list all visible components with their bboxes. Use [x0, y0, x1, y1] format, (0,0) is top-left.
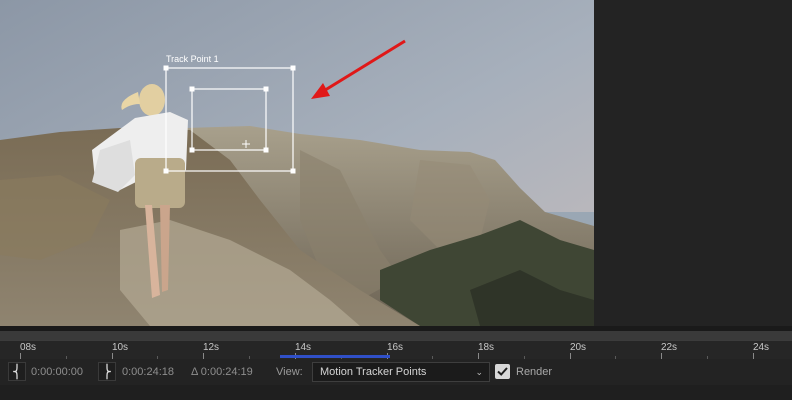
tick-label: 20s — [569, 342, 587, 353]
view-dropdown-value: Motion Tracker Points — [320, 366, 427, 378]
render-checkbox[interactable] — [495, 364, 510, 379]
work-area-marker[interactable] — [280, 355, 390, 358]
tick-label: 24s — [752, 342, 770, 353]
tick-label: 18s — [477, 342, 495, 353]
tick-label: 16s — [386, 342, 404, 353]
tick-label: 08s — [19, 342, 37, 353]
footage-viewer[interactable]: Track Point 1 — [0, 0, 594, 326]
out-point-bracket-icon[interactable]: ⎬ — [98, 362, 116, 381]
checkmark-icon — [497, 367, 508, 376]
tick-label: 14s — [294, 342, 312, 353]
time-ruler[interactable]: 08s 10s 12s 14s 16s 18s 20s 22s 24s — [0, 340, 792, 359]
track-point-label: Track Point 1 — [166, 54, 219, 64]
out-point-time[interactable]: 0:00:24:18 — [122, 359, 174, 385]
duration-readout: Δ 0:00:24:19 — [191, 366, 253, 378]
view-label: View: — [276, 366, 303, 378]
chevron-down-icon: ⌄ — [475, 367, 483, 377]
in-point-bracket-icon[interactable]: ⎨ — [8, 362, 26, 381]
status-strip — [0, 385, 792, 400]
tick-label: 22s — [660, 342, 678, 353]
tick-label: 12s — [202, 342, 220, 353]
render-label: Render — [516, 366, 553, 378]
in-point-time[interactable]: 0:00:00:00 — [31, 359, 83, 385]
footage-frame: Track Point 1 — [0, 0, 594, 326]
side-panel — [594, 0, 792, 326]
timeline-scroll-track[interactable] — [0, 331, 792, 340]
view-dropdown[interactable]: Motion Tracker Points ⌄ — [312, 362, 490, 382]
viewer-controls: ⎨ 0:00:00:00 ⎬ 0:00:24:18 Δ 0:00:24:19 V… — [0, 359, 792, 385]
tick-label: 10s — [111, 342, 129, 353]
